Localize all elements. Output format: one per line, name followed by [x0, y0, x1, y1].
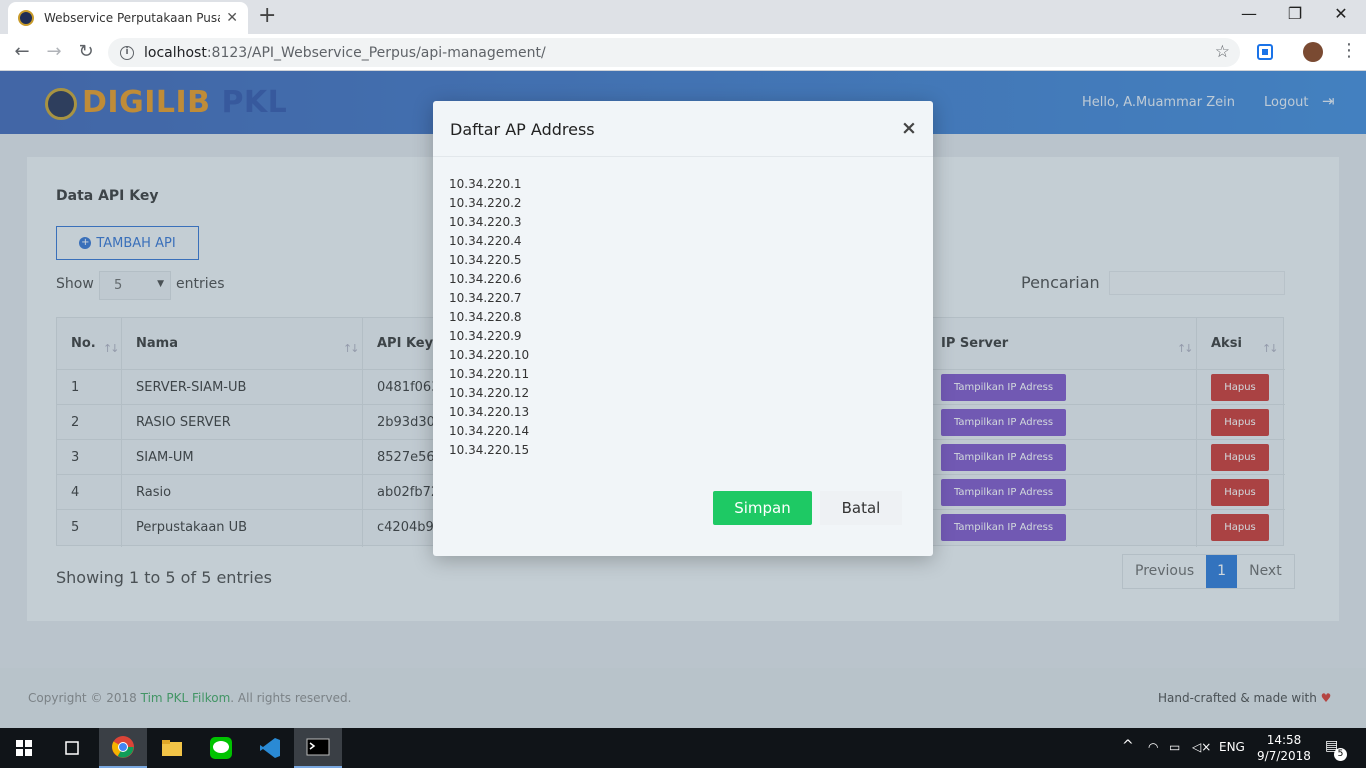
chevron-up-icon[interactable]: ^ — [1122, 738, 1134, 754]
address-bar[interactable]: i localhost:8123/API_Webservice_Perpus/a… — [108, 38, 1240, 67]
windows-taskbar: ^ ◠ ▭ ◁× ENG 14:58 9/7/2018 ▤ 5 — [0, 728, 1366, 768]
browser-tab[interactable]: Webservice Perputakaan Pusat U ✕ — [8, 2, 248, 34]
back-arrow-icon[interactable]: ← — [10, 41, 34, 62]
taskbar-vscode[interactable] — [246, 728, 294, 768]
maximize-button[interactable]: ❐ — [1272, 4, 1318, 23]
taskbar-line[interactable] — [197, 728, 245, 768]
task-view-icon — [65, 741, 79, 755]
wifi-icon[interactable]: ◠ — [1148, 740, 1158, 754]
taskbar-chrome[interactable] — [99, 728, 147, 768]
windows-logo-icon — [16, 740, 32, 756]
close-icon[interactable]: × — [901, 117, 917, 139]
ip-address-item: 10.34.220.3 — [449, 215, 522, 229]
ip-address-item: 10.34.220.10 — [449, 348, 530, 362]
minimize-button[interactable]: — — [1226, 4, 1272, 23]
folder-icon — [162, 740, 182, 756]
menu-kebab-icon[interactable]: ⋮ — [1340, 40, 1358, 61]
language-indicator[interactable]: ENG — [1219, 740, 1245, 754]
url-text: localhost:8123/API_Webservice_Perpus/api… — [144, 44, 546, 61]
browser-toolbar: ← → ↻ i localhost:8123/API_Webservice_Pe… — [0, 34, 1366, 71]
ip-address-list: 10.34.220.1 10.34.220.2 10.34.220.3 10.3… — [449, 175, 529, 460]
ip-address-item: 10.34.220.9 — [449, 329, 522, 343]
ip-address-item: 10.34.220.1 — [449, 177, 522, 191]
profile-avatar[interactable] — [1303, 42, 1323, 62]
vscode-icon — [260, 738, 280, 758]
ip-address-item: 10.34.220.8 — [449, 310, 522, 324]
info-icon[interactable]: i — [120, 45, 134, 60]
ip-address-item: 10.34.220.15 — [449, 443, 530, 457]
notification-count-badge: 5 — [1334, 748, 1347, 761]
modal-title: Daftar AP Address — [450, 120, 595, 139]
reload-icon[interactable]: ↻ — [74, 41, 98, 62]
new-tab-button[interactable]: + — [258, 5, 276, 27]
ip-address-item: 10.34.220.11 — [449, 367, 530, 381]
save-button[interactable]: Simpan — [713, 491, 812, 525]
ip-address-item: 10.34.220.2 — [449, 196, 522, 210]
clock-time: 14:58 — [1266, 733, 1302, 747]
taskbar-terminal[interactable] — [294, 728, 342, 768]
ip-address-item: 10.34.220.7 — [449, 291, 522, 305]
chrome-icon — [112, 736, 134, 758]
ip-address-item: 10.34.220.6 — [449, 272, 522, 286]
line-app-icon — [210, 737, 232, 759]
taskbar-clock[interactable]: 14:58 9/7/2018 — [1252, 732, 1316, 764]
modal-header: Daftar AP Address × — [433, 101, 933, 157]
forward-arrow-icon[interactable]: → — [42, 41, 66, 62]
ip-address-modal: Daftar AP Address × 10.34.220.1 10.34.22… — [433, 101, 933, 556]
task-view-button[interactable] — [48, 728, 96, 768]
tab-title: Webservice Perputakaan Pusat U — [44, 11, 220, 25]
close-window-button[interactable]: ✕ — [1318, 4, 1364, 23]
ip-address-item: 10.34.220.13 — [449, 405, 530, 419]
ip-address-item: 10.34.220.12 — [449, 386, 530, 400]
ip-address-item: 10.34.220.14 — [449, 424, 530, 438]
volume-icon[interactable]: ◁× — [1192, 740, 1211, 754]
extension-icon[interactable] — [1256, 43, 1274, 61]
bookmark-star-icon[interactable]: ☆ — [1215, 42, 1230, 62]
browser-tab-strip: Webservice Perputakaan Pusat U ✕ + — ❐ ✕ — [0, 0, 1366, 34]
site-favicon-icon — [18, 10, 34, 26]
terminal-icon — [306, 738, 330, 756]
battery-icon[interactable]: ▭ — [1169, 740, 1180, 754]
clock-date: 9/7/2018 — [1257, 749, 1311, 763]
ip-address-item: 10.34.220.4 — [449, 234, 522, 248]
taskbar-file-explorer[interactable] — [148, 728, 196, 768]
ip-address-item: 10.34.220.5 — [449, 253, 522, 267]
tab-close-icon[interactable]: ✕ — [226, 10, 238, 26]
start-button[interactable] — [0, 728, 48, 768]
cancel-button[interactable]: Batal — [820, 491, 902, 525]
